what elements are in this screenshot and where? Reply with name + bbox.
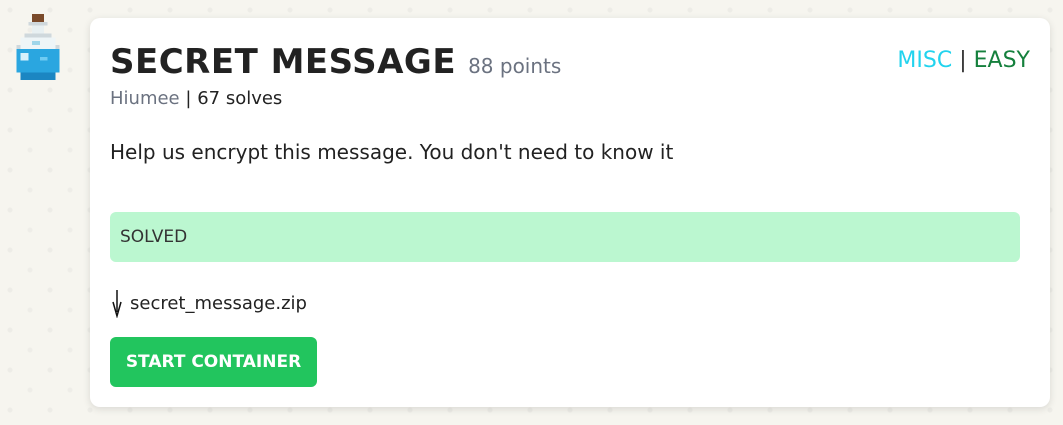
challenge-tags: MISC | EASY [897, 48, 1030, 73]
challenge-card: SECRET MESSAGE 88 points Hiumee | 67 sol… [90, 18, 1050, 407]
category-tag: MISC [897, 48, 953, 73]
file-download[interactable]: secret_message.zip [110, 288, 307, 318]
solved-status-banner: SOLVED [110, 212, 1020, 262]
potion-bottle-icon [16, 14, 60, 81]
file-download-link[interactable]: secret_message.zip [130, 293, 307, 314]
meta-separator: | [185, 88, 192, 109]
challenge-points: 88 points [468, 54, 562, 78]
challenge-meta: Hiumee | 67 solves [110, 88, 282, 109]
download-arrow-icon [112, 290, 122, 318]
tag-separator: | [959, 48, 967, 73]
challenge-solves: 67 solves [197, 88, 283, 109]
difficulty-tag: EASY [973, 48, 1030, 73]
challenge-description: Help us encrypt this message. You don't … [110, 140, 674, 164]
title-row: SECRET MESSAGE 88 points [110, 42, 561, 82]
challenge-title: SECRET MESSAGE [110, 42, 457, 82]
start-container-button[interactable]: START CONTAINER [110, 337, 317, 387]
challenge-author[interactable]: Hiumee [110, 88, 180, 109]
